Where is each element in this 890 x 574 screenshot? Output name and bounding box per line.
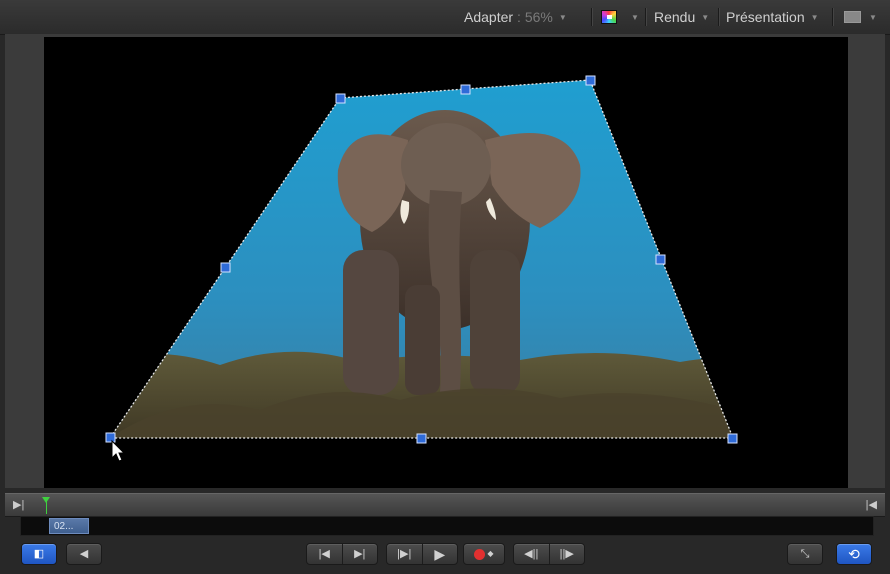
view-label: Présentation: [726, 9, 805, 25]
skip-back-icon: |◀: [318, 547, 330, 560]
loop-button[interactable]: ⟲: [836, 543, 872, 565]
chevron-down-icon: ▼: [869, 12, 877, 22]
skip-forward-icon: ▶|: [354, 547, 366, 560]
record-options-icon: ◆: [487, 549, 494, 558]
play-from-in-button[interactable]: |▶|: [387, 544, 422, 564]
fit-zoom-popup[interactable]: Adapter : 56% ▼: [464, 0, 567, 34]
loop-icon: ⟲: [848, 546, 860, 562]
step-back-icon: ◀||: [524, 547, 539, 560]
fit-zoom-label: Adapter: [464, 9, 514, 25]
chevron-down-icon: ▼: [558, 12, 567, 22]
distort-handle-bottom-right[interactable]: [727, 433, 738, 444]
toolbar-divider: [718, 8, 719, 26]
motion-canvas-window: Adapter : 56% ▼ ▼ Rendu ▼ Présentation ▼…: [0, 0, 890, 574]
timeline-clip[interactable]: 02...: [49, 518, 89, 534]
chevron-down-icon: ▼: [810, 12, 819, 22]
distort-handle-top-left[interactable]: [335, 93, 346, 104]
step-forward-icon: ||▶: [559, 547, 574, 560]
record-icon: [474, 548, 486, 560]
distort-handle-right-center[interactable]: [655, 254, 666, 265]
render-popup[interactable]: Rendu ▼: [654, 0, 709, 34]
go-to-start-button[interactable]: |◀: [307, 544, 342, 564]
distort-handle-top-right[interactable]: [585, 75, 596, 86]
fit-zoom-value: : 56%: [517, 9, 553, 25]
play-from-in-icon: |▶|: [397, 547, 412, 560]
view-popup[interactable]: Présentation ▼: [726, 0, 819, 34]
fullscreen-button[interactable]: ⤡: [787, 543, 823, 565]
display-icon: [844, 11, 861, 23]
color-channels-popup[interactable]: ▼: [601, 0, 639, 34]
mini-timeline-ruler[interactable]: ▶| |◀: [5, 493, 885, 517]
layers-toggle-button[interactable]: ◧: [21, 543, 57, 565]
go-to-end-button[interactable]: ▶|: [341, 544, 378, 564]
record-button[interactable]: ◆: [463, 543, 505, 565]
transport-bar: ◧ ◀ |◀ ▶| |▶| ▶ ◆ ◀|| ||▶ ⤡ ⟲: [0, 538, 890, 574]
toolbar-divider: [645, 8, 646, 26]
speaker-icon: ◀: [79, 547, 89, 560]
distort-handle-left-center[interactable]: [220, 262, 231, 273]
play-icon: ▶: [434, 546, 446, 562]
step-back-button[interactable]: ◀||: [514, 544, 549, 564]
in-point-icon[interactable]: ▶|: [13, 498, 24, 511]
render-label: Rendu: [654, 9, 696, 25]
step-group: ◀|| ||▶: [513, 543, 585, 565]
distort-handle-top-center[interactable]: [460, 84, 471, 95]
layers-panel-icon: ◧: [33, 547, 45, 560]
toolbar-divider: [591, 8, 592, 26]
play-group: |▶| ▶: [386, 543, 458, 565]
chevron-down-icon: ▼: [701, 12, 710, 22]
play-button[interactable]: ▶: [421, 544, 458, 564]
display-popup[interactable]: ▼: [844, 0, 877, 34]
expand-icon: ⤡: [800, 547, 810, 560]
toolbar-divider: [832, 8, 833, 26]
audio-toggle-button[interactable]: ◀: [66, 543, 102, 565]
playhead-icon[interactable]: [42, 497, 50, 503]
step-forward-button[interactable]: ||▶: [548, 544, 585, 564]
chevron-down-icon: ▼: [631, 12, 639, 22]
go-to-start-end-group: |◀ ▶|: [306, 543, 378, 565]
distort-handle-bottom-center[interactable]: [416, 433, 427, 444]
mini-timeline-track: 02...: [20, 516, 874, 536]
canvas-toolbar: Adapter : 56% ▼ ▼ Rendu ▼ Présentation ▼…: [0, 0, 890, 35]
distort-handle-bottom-left[interactable]: [105, 432, 116, 443]
color-wheel-icon: [601, 10, 617, 24]
out-point-icon[interactable]: |◀: [866, 498, 877, 511]
